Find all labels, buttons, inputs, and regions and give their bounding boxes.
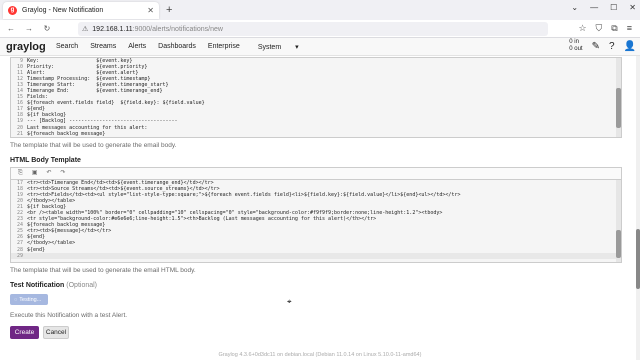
bookmark-star-icon[interactable]: ☆ <box>578 23 586 34</box>
close-window-icon[interactable]: ✕ <box>629 3 636 12</box>
page-content: 9 Key: ${event.key} 10 Priority: ${event.pr… <box>0 56 640 360</box>
lock-icon: ⚠ <box>82 26 89 33</box>
code-line: 29 <box>11 252 621 259</box>
create-button[interactable]: Create <box>10 326 39 339</box>
notifications-edit-icon[interactable]: ✎ <box>592 41 600 52</box>
throughput-in: 0 in <box>569 39 579 45</box>
redo-icon[interactable]: ↷ <box>61 170 66 176</box>
minimize-icon[interactable]: — <box>590 3 598 12</box>
shield-icon[interactable]: ⛉ <box>596 23 603 34</box>
spinner-icon: ◌ <box>14 296 18 303</box>
browser-tab-bar: g Graylog - New Notification ✕ + ⌄ — ☐ ✕ <box>0 0 640 20</box>
test-notification-title: Test Notification <box>10 282 65 289</box>
throughput-indicator: 0 in 0 out <box>569 39 582 53</box>
nav-enterprise[interactable]: Enterprise <box>202 43 246 51</box>
address-bar[interactable]: ⚠ 192.168.1.11:9000/alerts/notifications… <box>78 22 548 36</box>
url-path: :9000/alerts/notifications/new <box>132 25 223 33</box>
line-number: 21 <box>16 130 23 137</box>
graylog-logo[interactable]: graylog <box>6 41 50 53</box>
cancel-button[interactable]: Cancel <box>43 326 69 339</box>
footer: Graylog 4.3.6+0d3dc11 on debian.local (D… <box>218 352 422 358</box>
test-notification-button[interactable]: ◌ Testing... <box>10 294 48 305</box>
nav-search[interactable]: Search <box>50 43 84 51</box>
html-body-editor[interactable]: ⎘ ▣ ↶ ↷ 17 <tr><td>Timerange End</td><td>… <box>10 167 622 263</box>
reload-icon[interactable]: ↻ <box>40 24 54 33</box>
menu-icon[interactable]: ≡ <box>627 23 632 34</box>
test-button-label: Testing... <box>19 296 42 303</box>
tab-list-icon[interactable]: ⌄ <box>571 3 578 12</box>
back-icon[interactable]: ← <box>4 24 18 33</box>
test-help: Execute this Notification with a test Al… <box>10 312 128 319</box>
optional-label: (Optional) <box>66 282 98 289</box>
tab-title: Graylog - New Notification <box>22 7 104 14</box>
throughput-out: 0 out <box>569 46 583 52</box>
editor-toolbar: ⎘ ▣ ↶ ↷ <box>11 168 621 180</box>
maximize-icon[interactable]: ☐ <box>610 3 617 12</box>
line-number: 29 <box>16 252 23 259</box>
page-scrollbar[interactable] <box>636 56 640 360</box>
code-line: 21 ${foreach backlog message} <box>11 131 621 137</box>
line-text: ${foreach event.fields field} ${field.ke… <box>27 100 205 107</box>
line-text: <tr><td>Fields</td><td><ul style="list-s… <box>27 192 461 199</box>
nav-system-label: System <box>257 43 282 51</box>
html-body-label: HTML Body Template <box>10 157 81 164</box>
nav-streams[interactable]: Streams <box>84 43 122 51</box>
email-body-help: The template that will be used to genera… <box>10 142 177 149</box>
editor-scroll-thumb[interactable] <box>616 88 621 128</box>
user-icon[interactable]: 👤 <box>624 41 636 52</box>
browser-tab[interactable]: g Graylog - New Notification ✕ <box>3 2 159 19</box>
graylog-favicon-icon: g <box>8 6 17 15</box>
test-notification-label: Test Notification (Optional) <box>10 282 97 289</box>
caret-down-icon: ▾ <box>295 43 299 51</box>
line-text: ${foreach backlog message} <box>27 130 106 137</box>
editor-scroll-thumb[interactable] <box>616 230 621 258</box>
nav-dashboards[interactable]: Dashboards <box>152 43 202 51</box>
nav-system[interactable]: System ▾ <box>246 43 311 51</box>
new-tab-icon[interactable]: + <box>166 4 172 16</box>
copy-icon[interactable]: ⎘ <box>18 170 23 176</box>
mouse-cursor-icon: ⌖ <box>287 297 292 306</box>
paste-icon[interactable]: ▣ <box>32 170 38 176</box>
extensions-icon[interactable]: ⧉ <box>611 23 617 34</box>
close-tab-icon[interactable]: ✕ <box>147 6 154 15</box>
url-host: 192.168.1.11 <box>92 25 133 33</box>
browser-toolbar: ← → ↻ ⚠ 192.168.1.11:9000/alerts/notific… <box>0 20 640 38</box>
line-text: ${end} <box>27 246 46 253</box>
email-body-editor[interactable]: 9 Key: ${event.key} 10 Priority: ${event.pr… <box>10 57 622 138</box>
help-icon[interactable]: ? <box>609 41 615 52</box>
undo-icon[interactable]: ↶ <box>46 170 51 176</box>
nav-alerts[interactable]: Alerts <box>122 43 152 51</box>
graylog-navbar: graylog Search Streams Alerts Dashboards… <box>0 38 640 56</box>
forward-icon[interactable]: → <box>22 24 36 33</box>
html-body-help: The template that will be used to genera… <box>10 267 196 274</box>
page-scroll-thumb[interactable] <box>636 229 640 289</box>
